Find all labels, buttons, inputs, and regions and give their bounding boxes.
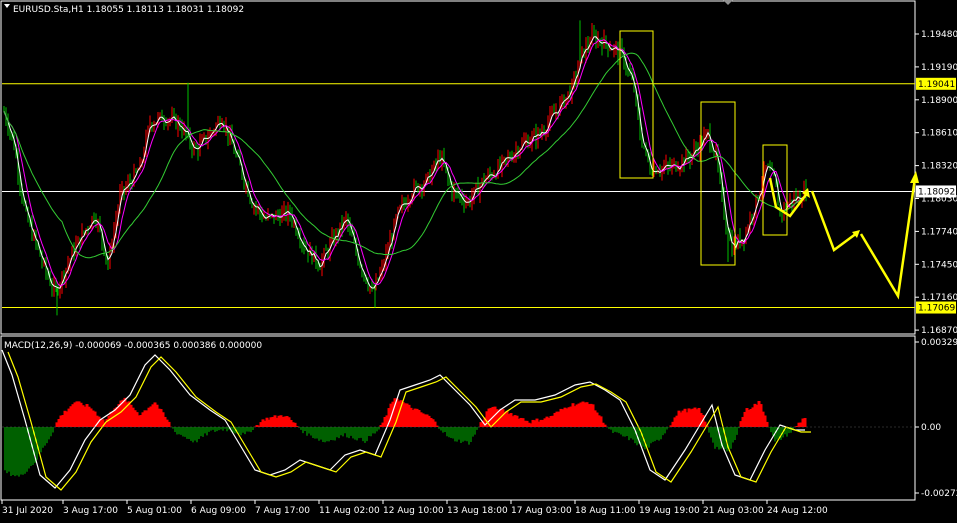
- time-label: 18 Aug 11:00: [575, 506, 636, 516]
- macd-tick-label: -0.002722: [921, 489, 957, 499]
- time-label: 6 Aug 09:00: [191, 506, 246, 516]
- price-tick-label: 1.18610: [921, 129, 957, 139]
- price-tick-label: 1.18030: [921, 195, 957, 205]
- symbol-info: EURUSD.Sta,H1 1.18055 1.18113 1.18031 1.…: [13, 5, 244, 15]
- price-tick-label: 1.17450: [921, 260, 957, 270]
- trading-chart-window[interactable]: 1.19041 1.18092 1.17069 1.19480 1.19190 1.18…: [0, 0, 957, 519]
- level-price-label: 1.19041: [918, 80, 955, 90]
- time-label: 7 Aug 17:00: [255, 506, 310, 516]
- time-label: 19 Aug 19:00: [639, 506, 700, 516]
- chart-shift-icon[interactable]: [723, 0, 733, 5]
- time-label: 13 Aug 18:00: [447, 506, 508, 516]
- forecast-arrow-down: [810, 190, 858, 252]
- price-tick-label: 1.16870: [921, 326, 957, 336]
- level-price-label: 1.17069: [918, 304, 955, 314]
- macd-info: MACD(12,26,9) -0.000069 -0.000365 0.0003…: [4, 341, 262, 351]
- macd-tick-label: 0.00: [921, 423, 941, 433]
- time-label: 21 Aug 03:00: [703, 506, 764, 516]
- macd-tick-label: 0.003292: [921, 338, 957, 348]
- price-tick-label: 1.18900: [921, 96, 957, 106]
- forecast-arrow-up: [859, 177, 917, 300]
- time-label: 31 Jul 2020: [2, 506, 53, 516]
- time-label: 11 Aug 02:00: [319, 506, 380, 516]
- highlight-box: [762, 144, 788, 236]
- price-tick-label: 1.19480: [921, 30, 957, 40]
- candlestick-series: [3, 20, 807, 316]
- price-tick-label: 1.17160: [921, 293, 957, 303]
- time-label: 24 Aug 12:00: [767, 506, 828, 516]
- time-label: 17 Aug 03:00: [511, 506, 572, 516]
- time-label: 12 Aug 10:00: [383, 506, 444, 516]
- price-tick-label: 1.18320: [921, 162, 957, 172]
- dropdown-arrow-icon[interactable]: [4, 4, 10, 8]
- price-tick-label: 1.17740: [921, 227, 957, 237]
- time-label: 3 Aug 17:00: [63, 506, 118, 516]
- price-tick-label: 1.19190: [921, 63, 957, 73]
- time-label: 5 Aug 01:00: [127, 506, 182, 516]
